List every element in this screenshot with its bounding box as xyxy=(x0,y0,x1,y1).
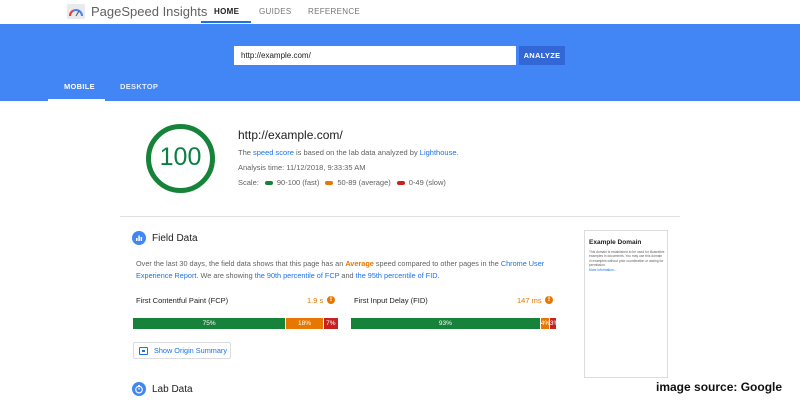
scale-label: Scale: xyxy=(238,178,259,187)
fcp-metric-value: 1.9 s xyxy=(307,296,324,305)
fcp-average-segment: 18% xyxy=(286,318,323,329)
nav-tab-guides[interactable]: GUIDES xyxy=(259,7,291,16)
fcp-distribution-bar: 75% 18% 7% xyxy=(133,318,338,329)
score-value: 100 xyxy=(159,143,202,171)
fast-pill-icon xyxy=(264,180,273,185)
score-scale: Scale: 90-100 (fast) 50-89 (average) 0-4… xyxy=(238,178,446,187)
scale-average: 50-89 (average) xyxy=(337,178,391,187)
origin-summary-icon xyxy=(139,346,148,355)
analysis-time: Analysis time: 11/12/2018, 9:33:35 AM xyxy=(238,163,366,172)
search-band: ANALYZE MOBILE DESKTOP xyxy=(0,24,800,101)
lighthouse-link[interactable]: Lighthouse xyxy=(420,148,457,157)
field-desc-text: and xyxy=(339,271,356,280)
image-credit: image source: Google xyxy=(656,380,783,394)
thumbnail-link: More information... xyxy=(589,268,617,272)
fid-metric-name: First Input Delay (FID) xyxy=(354,296,428,305)
analyze-button[interactable]: ANALYZE xyxy=(519,46,565,65)
fcp-metric-name: First Contentful Paint (FCP) xyxy=(136,296,229,305)
active-device-indicator xyxy=(48,99,105,101)
fcp-slow-segment: 7% xyxy=(323,318,338,329)
score-description: The speed score is based on the lab data… xyxy=(238,148,459,157)
field-desc-text: . We are showing xyxy=(196,271,255,280)
fid-fast-segment: 93% xyxy=(351,318,540,329)
tab-mobile[interactable]: MOBILE xyxy=(64,82,95,91)
page-url: http://example.com/ xyxy=(238,128,343,142)
average-pill-icon xyxy=(325,180,334,185)
active-tab-indicator xyxy=(201,21,251,23)
average-label: Average xyxy=(345,259,374,268)
speed-score-link[interactable]: speed score xyxy=(253,148,294,157)
fid-distribution-bar: 93% 4% 3% xyxy=(351,318,560,329)
bar-chart-icon xyxy=(132,231,146,245)
scale-slow: 0-49 (slow) xyxy=(408,178,446,187)
fid-metric-value: 147 ms xyxy=(517,296,542,305)
nav-tab-home[interactable]: HOME xyxy=(214,7,239,16)
field-data-title: Field Data xyxy=(152,233,198,244)
fcp-fast-segment: 75% xyxy=(133,318,286,329)
fid-percentile-link[interactable]: the 95th percentile of FID xyxy=(356,271,438,280)
nav-tab-reference[interactable]: REFERENCE xyxy=(308,7,360,16)
page-screenshot-thumbnail: Example Domain This domain is establishe… xyxy=(584,230,668,378)
info-icon[interactable]: ! xyxy=(327,296,335,304)
url-input[interactable] xyxy=(234,46,516,65)
stopwatch-icon xyxy=(132,382,146,396)
score-desc-text: is based on the lab data analyzed by xyxy=(293,148,420,157)
thumbnail-title: Example Domain xyxy=(589,239,642,246)
fid-average-segment: 4% xyxy=(540,318,551,329)
scale-fast: 90-100 (fast) xyxy=(276,178,320,187)
lab-data-title: Lab Data xyxy=(152,384,193,395)
field-data-description: Over the last 30 days, the field data sh… xyxy=(136,258,566,282)
thumbnail-text: This domain is established to be used fo… xyxy=(589,250,665,267)
section-divider xyxy=(120,216,680,217)
info-icon[interactable]: ! xyxy=(545,296,553,304)
app-title[interactable]: PageSpeed Insights xyxy=(91,4,207,19)
field-desc-text: Over the last 30 days, the field data sh… xyxy=(136,259,346,268)
slow-pill-icon xyxy=(396,180,405,185)
show-origin-summary-button[interactable]: Show Origin Summary xyxy=(133,342,231,359)
score-desc-text: The xyxy=(238,148,254,157)
tab-desktop[interactable]: DESKTOP xyxy=(120,82,158,91)
pagespeed-logo-icon[interactable] xyxy=(67,4,85,19)
fid-slow-segment: 3% xyxy=(549,318,560,329)
top-nav: PageSpeed Insights HOME GUIDES REFERENCE xyxy=(0,0,800,24)
score-desc-text: . xyxy=(456,148,459,157)
origin-summary-label: Show Origin Summary xyxy=(154,346,227,355)
fcp-percentile-link[interactable]: the 90th percentile of FCP xyxy=(255,271,340,280)
field-desc-text: . xyxy=(437,271,440,280)
field-desc-text: speed compared to other pages in the xyxy=(373,259,501,268)
